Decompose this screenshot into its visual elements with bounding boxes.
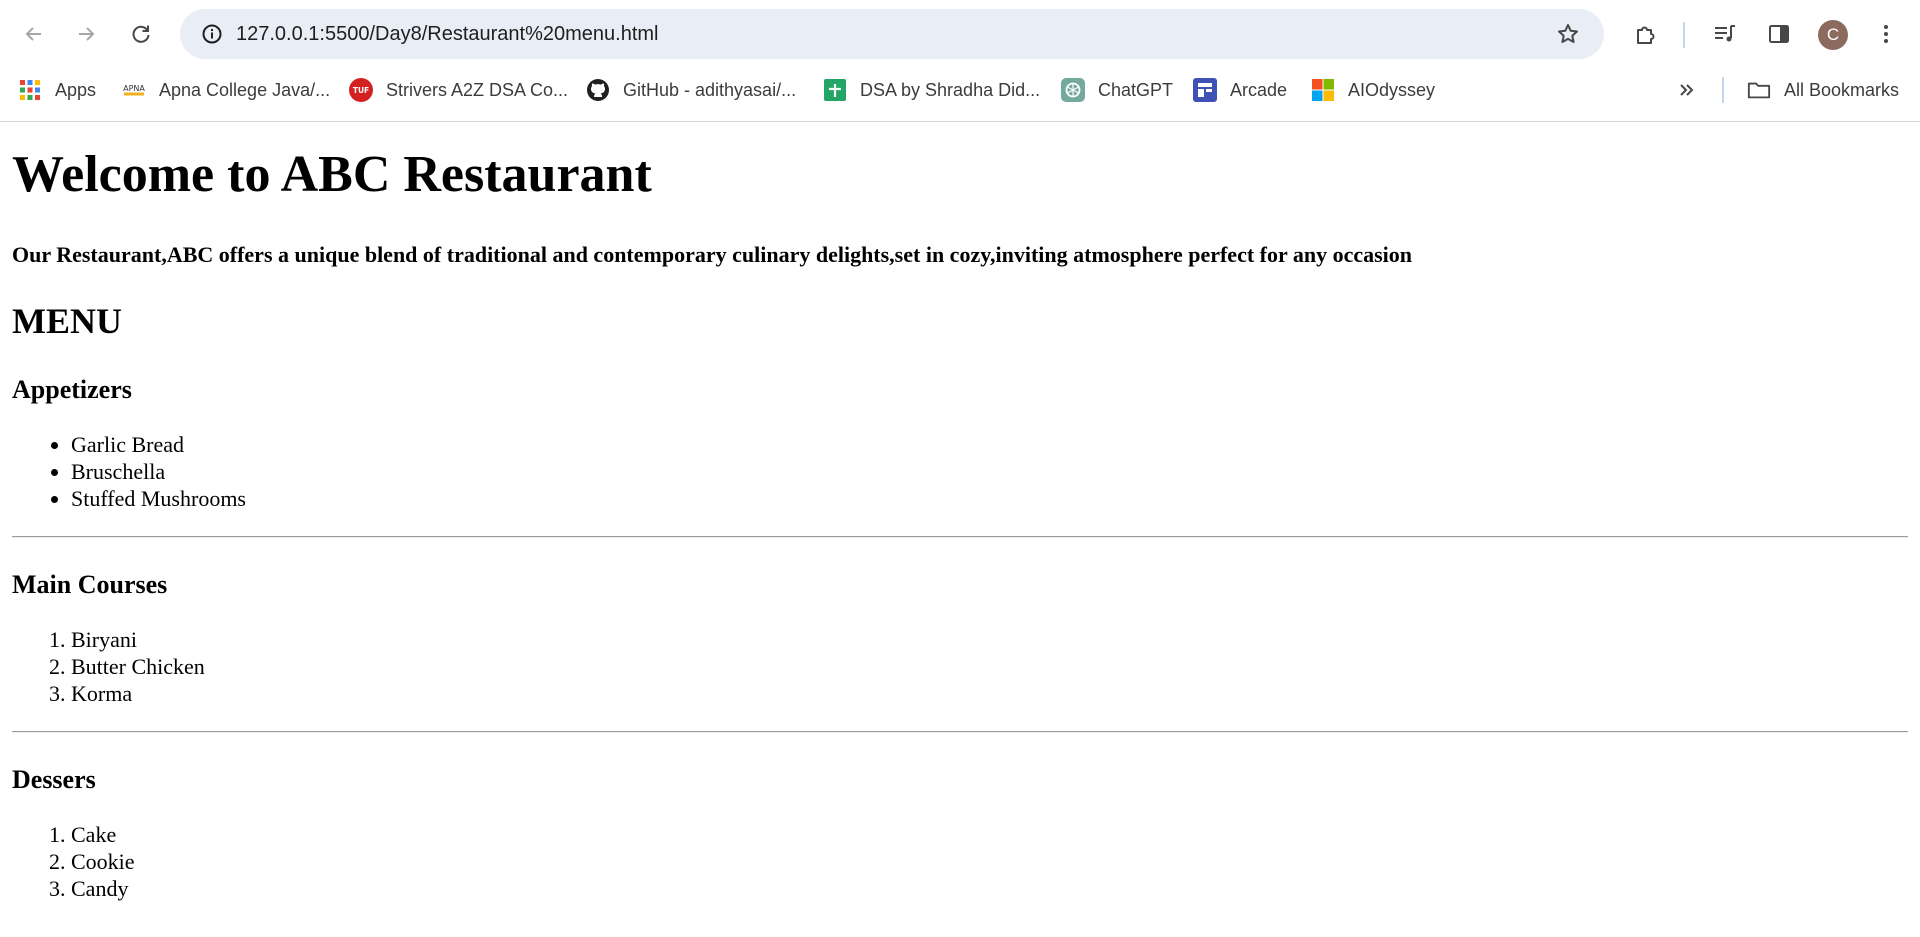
toolbar-divider xyxy=(1683,22,1685,48)
more-bookmarks-button[interactable] xyxy=(1675,72,1699,108)
bookmark-label: Arcade xyxy=(1230,79,1288,100)
bookmark-label: ChatGPT xyxy=(1098,79,1174,100)
side-panel-button[interactable] xyxy=(1759,14,1799,54)
bookmark-star-button[interactable] xyxy=(1548,14,1588,54)
back-arrow-icon xyxy=(25,27,41,41)
google-sheets-icon xyxy=(823,78,847,102)
chatgpt-icon xyxy=(1061,78,1085,102)
bookmark-chatgpt[interactable]: ChatGPT xyxy=(1061,72,1173,108)
list-item: Korma xyxy=(71,680,205,707)
folder-icon xyxy=(1747,78,1771,102)
svg-text:APNA: APNA xyxy=(123,84,145,93)
apna-college-icon: APNA xyxy=(122,78,146,102)
github-icon xyxy=(586,78,610,102)
main-courses-heading: Main Courses xyxy=(12,570,168,599)
tuf-icon: TUF xyxy=(349,78,373,102)
back-button[interactable] xyxy=(14,14,54,54)
chevron-double-right-icon xyxy=(1675,78,1699,102)
list-item: Bruschella xyxy=(71,458,246,485)
bookmark-aiodyssey[interactable]: AIOdyssey xyxy=(1311,72,1435,108)
side-panel-icon xyxy=(1769,25,1789,43)
desserts-list: Cake Cookie Candy xyxy=(12,821,135,902)
browser-toolbar: 127.0.0.1:5500/Day8/Restaurant%20menu.ht… xyxy=(0,0,1920,68)
list-item: Stuffed Mushrooms xyxy=(71,485,246,512)
list-item: Garlic Bread xyxy=(71,431,246,458)
bookmark-apna-college[interactable]: APNA Apna College Java/... xyxy=(122,72,330,108)
bookmarks-divider xyxy=(1722,77,1724,103)
reload-icon xyxy=(132,25,150,43)
bookmark-label: Strivers A2Z DSA Co... xyxy=(386,79,569,100)
all-bookmarks-button[interactable]: All Bookmarks xyxy=(1747,72,1899,108)
desserts-heading: Dessers xyxy=(12,765,96,794)
main-courses-list: Biryani Butter Chicken Korma xyxy=(12,626,205,707)
restaurant-intro: Our Restaurant,ABC offers a unique blend… xyxy=(12,242,1413,267)
page-title: Welcome to ABC Restaurant xyxy=(12,146,652,203)
star-icon xyxy=(1558,24,1578,43)
list-item: Cookie xyxy=(71,848,135,875)
bookmark-label: Apps xyxy=(55,79,97,100)
list-item: Butter Chicken xyxy=(71,653,205,680)
bookmark-dsa-shradha[interactable]: DSA by Shradha Did... xyxy=(823,72,1040,108)
browser-menu-button[interactable] xyxy=(1866,14,1906,54)
address-bar[interactable]: 127.0.0.1:5500/Day8/Restaurant%20menu.ht… xyxy=(180,9,1604,59)
playlist-music-icon xyxy=(1715,25,1735,42)
browser-chrome: 127.0.0.1:5500/Day8/Restaurant%20menu.ht… xyxy=(0,0,1920,122)
appetizers-heading: Appetizers xyxy=(12,375,132,404)
appetizers-list: Garlic Bread Bruschella Stuffed Mushroom… xyxy=(12,431,246,512)
list-item: Candy xyxy=(71,875,135,902)
all-bookmarks-label: All Bookmarks xyxy=(1784,79,1900,100)
bookmark-label: DSA by Shradha Did... xyxy=(860,79,1041,100)
section-divider xyxy=(12,731,1908,733)
menu-heading: MENU xyxy=(12,301,122,341)
bookmark-github[interactable]: GitHub - adithyasai/... xyxy=(586,72,796,108)
forward-arrow-icon xyxy=(79,27,95,41)
info-icon xyxy=(202,24,222,44)
svg-text:TUF: TUF xyxy=(353,86,369,95)
bookmark-label: Apna College Java/... xyxy=(159,79,331,100)
bookmarks-bar: Apps APNA Apna College Java/... TUF Stri… xyxy=(0,72,1920,108)
forward-button[interactable] xyxy=(66,14,106,54)
site-info-button[interactable] xyxy=(192,14,232,54)
profile-avatar[interactable]: C xyxy=(1818,20,1848,50)
bookmark-label: AIOdyssey xyxy=(1348,79,1436,100)
bookmark-arcade[interactable]: Arcade xyxy=(1193,72,1287,108)
list-item: Cake xyxy=(71,821,135,848)
extensions-button[interactable] xyxy=(1626,14,1666,54)
microsoft-icon xyxy=(1311,78,1335,102)
kebab-menu-icon xyxy=(1884,25,1888,43)
bookmark-apps[interactable]: Apps xyxy=(18,72,96,108)
apps-grid-icon xyxy=(18,78,42,102)
list-item: Biryani xyxy=(71,626,205,653)
reload-button[interactable] xyxy=(121,14,161,54)
bookmark-label: GitHub - adithyasai/... xyxy=(623,79,797,100)
url-text[interactable]: 127.0.0.1:5500/Day8/Restaurant%20menu.ht… xyxy=(236,9,659,59)
bookmark-strivers[interactable]: TUF Strivers A2Z DSA Co... xyxy=(349,72,568,108)
arcade-icon xyxy=(1193,78,1217,102)
media-controls-button[interactable] xyxy=(1705,14,1745,54)
puzzle-icon xyxy=(1637,26,1655,44)
section-divider xyxy=(12,536,1908,538)
